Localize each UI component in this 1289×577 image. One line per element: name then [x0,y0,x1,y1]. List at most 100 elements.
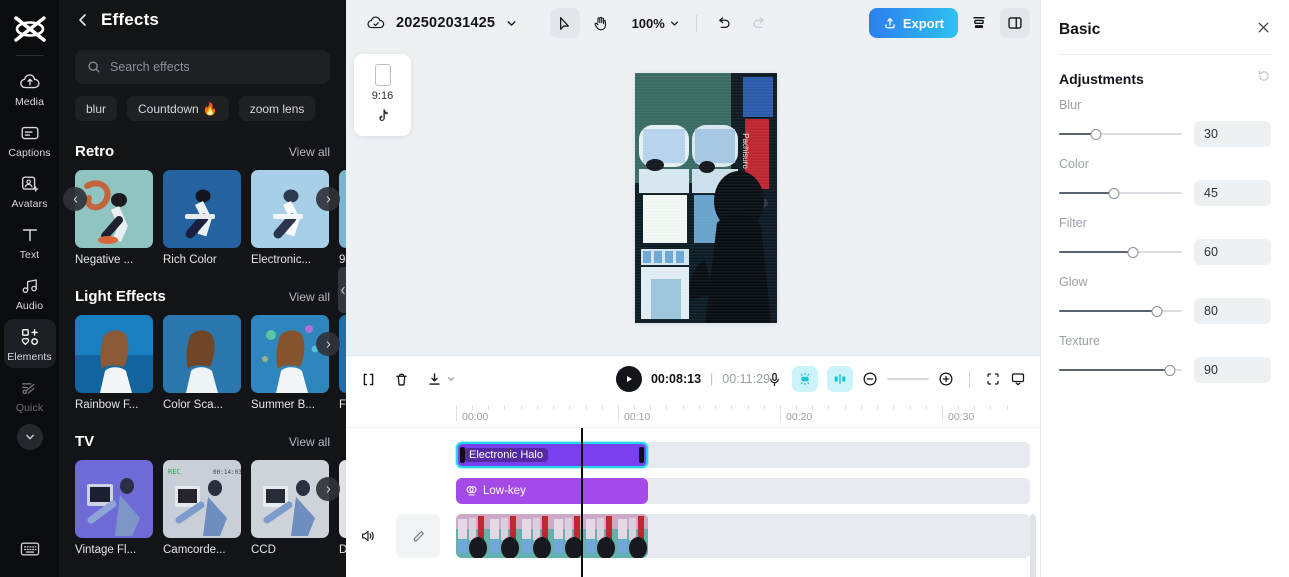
effect-card[interactable]: Summer B... [251,315,329,411]
blur-value-input[interactable]: 30 [1194,121,1271,147]
toolbar-right-group: 100% Export [549,8,1030,38]
fit-timeline-button[interactable] [985,371,1001,387]
effect-card[interactable]: Rainbow F... [75,315,153,411]
effect-card[interactable]: Negative ... [75,170,153,266]
clip-low-key[interactable]: Low-key [456,478,648,504]
sidebar-item-media[interactable]: Media [4,64,56,113]
close-inspector-button[interactable] [1256,20,1271,40]
chip-zoom-lens[interactable]: zoom lens [238,96,316,121]
effect-card[interactable]: CCD [251,460,329,556]
effect-card[interactable]: REC 00:14:03 Camcorde... [163,460,241,556]
sidebar-item-label: Avatars [11,198,48,210]
reset-adjustments-button[interactable] [1257,69,1271,88]
chevron-left-icon[interactable] [75,12,91,28]
undo-button[interactable] [709,8,739,38]
zoom-in-button[interactable] [938,371,954,387]
audio-split-button[interactable] [827,366,853,392]
sidebar-item-captions[interactable]: Captions [4,115,56,164]
video-canvas[interactable]: Pachisuro [635,73,777,323]
cloud-upload-icon [19,74,40,89]
scroll-right-button[interactable] [316,477,340,501]
timeline-vertical-scrollbar[interactable] [1030,514,1036,577]
glow-slider[interactable] [1059,304,1182,318]
filmstrip [456,514,648,558]
download-button[interactable] [426,371,456,388]
control-label: Glow [1059,275,1088,289]
ruler-label: 00:10 [624,411,651,423]
texture-slider[interactable] [1059,363,1182,377]
timeline-ruler[interactable]: 00:00 00:10 00:20 00:30 [346,402,1040,428]
view-all-link[interactable]: View all [289,435,330,449]
sidebar-item-text[interactable]: Text [4,217,56,266]
view-all-link[interactable]: View all [289,145,330,159]
collapse-panel-handle[interactable] [338,267,346,313]
hand-tool-button[interactable] [586,8,616,38]
timeline-right-tools [766,366,1026,392]
glow-value-input[interactable]: 80 [1194,298,1271,324]
scroll-left-button[interactable] [63,187,87,211]
effect-card[interactable]: Electronic... [251,170,329,266]
effect-card[interactable]: DV [339,460,346,556]
effect-card[interactable]: Color Sca... [163,315,241,411]
toolbar-divider [969,370,970,388]
export-button[interactable]: Export [868,8,958,38]
zoom-out-button[interactable] [862,371,878,387]
select-tool-button[interactable] [549,8,580,38]
chevron-right-icon [326,340,330,348]
slider-knob[interactable] [1151,306,1163,317]
effect-card[interactable]: Fl [339,315,346,411]
effect-card[interactable]: Vintage Fl... [75,460,153,556]
zoom-level-dropdown[interactable]: 100% [622,16,684,31]
redo-button[interactable] [745,8,775,38]
search-input[interactable]: Search effects [75,50,330,84]
slider-knob[interactable] [1127,247,1139,258]
project-dropdown-icon[interactable] [505,17,518,30]
capcut-logo-icon[interactable] [10,9,50,49]
blur-slider[interactable] [1059,127,1182,141]
delete-button[interactable] [393,371,410,388]
filter-slider[interactable] [1059,245,1182,259]
keyboard-shortcuts-button[interactable] [19,540,41,563]
color-slider[interactable] [1059,186,1182,200]
slider-knob[interactable] [1108,188,1120,199]
mute-track-button[interactable] [360,528,376,549]
clip-left-handle[interactable] [460,447,465,463]
zoom-slider[interactable] [887,378,929,380]
chip-countdown[interactable]: Countdown 🔥 [127,96,229,121]
edit-track-button[interactable] [396,514,440,558]
project-name[interactable]: 202502031425 [396,15,495,31]
layout-button[interactable] [964,8,994,38]
sidebar-item-quick[interactable]: Quick [4,370,56,419]
quick-cut-icon [21,383,34,395]
sidebar-item-audio[interactable]: Audio [4,268,56,317]
texture-value-input[interactable]: 90 [1194,357,1271,383]
effect-card[interactable]: 90 [339,170,346,266]
split-clip-button[interactable] [360,371,377,388]
expand-sidebar-button[interactable] [16,424,43,450]
aspect-ratio-card[interactable]: 9:16 [354,54,411,136]
chevron-right-icon [326,485,330,493]
slider-knob[interactable] [1164,365,1176,376]
view-all-link[interactable]: View all [289,290,330,304]
filter-value-input[interactable]: 60 [1194,239,1271,265]
clip-right-handle[interactable] [639,447,644,463]
chip-blur[interactable]: blur [75,96,118,121]
suggested-chips: blur Countdown 🔥 zoom lens [59,84,346,121]
sidebar-item-elements[interactable]: Elements [3,319,56,368]
scroll-right-button[interactable] [316,332,340,356]
effect-card[interactable]: Rich Color [163,170,241,266]
preview-screen-button[interactable] [1010,371,1026,387]
color-value-input[interactable]: 45 [1194,180,1271,206]
auto-effect-button[interactable] [792,366,818,392]
clip-electronic-halo[interactable]: Electronic Halo [456,442,648,468]
play-button[interactable] [615,366,642,392]
control-value: 80 [1204,304,1218,318]
sidebar-toggle-button[interactable] [1000,8,1030,38]
card-row-retro: Negative ... Rich Color Electronic... 9 [59,160,346,266]
clip-video-track[interactable] [456,514,648,558]
scroll-right-button[interactable] [316,187,340,211]
playhead[interactable] [581,428,583,577]
portrait-frame-icon [374,64,391,86]
slider-knob[interactable] [1090,129,1102,140]
sidebar-item-avatars[interactable]: Avatars [4,166,56,215]
